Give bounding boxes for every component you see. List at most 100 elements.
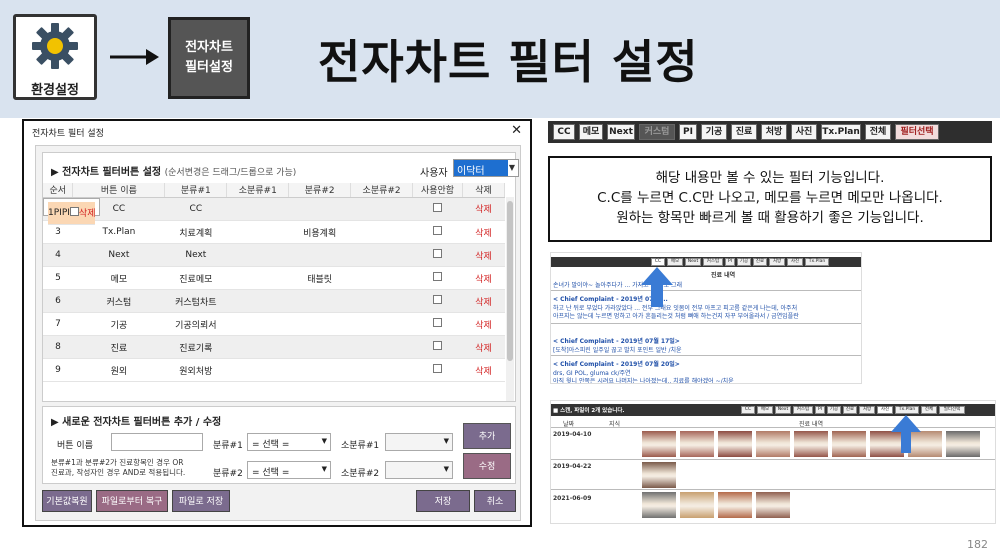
table-row[interactable]: 6 커스텀 커스텀차트 삭제: [43, 289, 505, 313]
disable-checkbox[interactable]: [433, 202, 443, 212]
mini-filter-button-2[interactable]: Next: [775, 406, 791, 414]
disable-checkbox[interactable]: [433, 295, 443, 304]
mini-filter-button-0[interactable]: CC: [741, 406, 755, 414]
table-row[interactable]: 5 메모 진료메모 태블릿 삭제: [43, 266, 505, 290]
photo-thumbnail[interactable]: [755, 491, 791, 519]
cat2-select[interactable]: = 선택 = ▼: [247, 461, 331, 479]
disable-checkbox[interactable]: [69, 206, 79, 216]
edit-button[interactable]: 수정: [463, 453, 511, 479]
cell-name: PI: [53, 201, 62, 225]
table-row[interactable]: 8 진료 진료기록 삭제: [43, 335, 505, 359]
table-row[interactable]: 1 PI PI 삭제: [43, 197, 101, 225]
mini-filter-button-4[interactable]: PI: [725, 258, 735, 266]
mini-filter-button-2[interactable]: Next: [685, 258, 701, 266]
section-title-text: ▶ 전자차트 필터버튼 설정: [51, 167, 162, 178]
save-to-file-button[interactable]: 파일로 저장: [172, 490, 230, 512]
delete-link[interactable]: 삭제: [462, 312, 505, 336]
table-row[interactable]: 4 Next Next 삭제: [43, 243, 505, 267]
arrow-right-icon: [110, 49, 159, 65]
mini-filter-button-5[interactable]: 기공: [737, 258, 751, 266]
photo-thumbnail[interactable]: [679, 491, 715, 519]
mini-filter-button-9[interactable]: Tx.Plan: [895, 406, 919, 414]
scan-status: ■ 스캔, 파일이 2개 있습니다.: [553, 408, 625, 414]
mini-filter-button-5[interactable]: 기공: [827, 406, 841, 414]
restore-from-file-button[interactable]: 파일로부터 복구: [96, 490, 168, 512]
save-button[interactable]: 저장: [416, 490, 470, 512]
photo-thumbnail[interactable]: [945, 430, 981, 458]
delete-link[interactable]: 삭제: [462, 220, 505, 244]
table-row[interactable]: 9 원외 원외처방 삭제: [43, 358, 505, 382]
photo-thumbnail[interactable]: [831, 430, 867, 458]
photo-thumbnail[interactable]: [641, 430, 677, 458]
scrollbar-thumb[interactable]: [507, 201, 513, 361]
close-icon[interactable]: ✕: [511, 123, 522, 138]
delete-link[interactable]: 삭제: [462, 335, 505, 359]
filter-button-10[interactable]: 전체: [865, 124, 891, 140]
disable-checkbox[interactable]: [433, 341, 443, 350]
filter-button-1[interactable]: 메모: [579, 124, 603, 140]
photo-thumbnail[interactable]: [679, 430, 715, 458]
reset-default-button[interactable]: 기본값복원: [42, 490, 92, 512]
table-row[interactable]: 7 기공 기공의뢰서 삭제: [43, 312, 505, 336]
photo-thumbnail[interactable]: [793, 430, 829, 458]
table-row[interactable]: 3 Tx.Plan 치료계획 비용계획 삭제: [43, 220, 505, 244]
disable-checkbox[interactable]: [433, 249, 443, 258]
mini-filter-button-8[interactable]: 사진: [877, 406, 893, 414]
add-button[interactable]: 추가: [463, 423, 511, 449]
filter-button-2[interactable]: Next: [607, 124, 635, 140]
mini-filter-button-4[interactable]: PI: [815, 406, 825, 414]
photo-thumbnail[interactable]: [641, 491, 677, 519]
delete-link[interactable]: 삭제: [462, 243, 505, 267]
photo-thumbnail[interactable]: [717, 430, 753, 458]
cat1-select[interactable]: = 선택 = ▼: [247, 433, 331, 451]
photo-thumbnail[interactable]: [717, 491, 753, 519]
mini-filter-button-1[interactable]: 메모: [757, 406, 773, 414]
divider: [551, 427, 995, 428]
filter-button-8[interactable]: 사진: [791, 124, 817, 140]
table-row[interactable]: 2CCCC삭제: [43, 197, 505, 221]
table-scrollbar[interactable]: [506, 197, 514, 401]
filter-button-9[interactable]: Tx.Plan: [821, 124, 861, 140]
mini-filter-button-3[interactable]: 커스텀: [793, 406, 813, 414]
disable-checkbox[interactable]: [433, 364, 443, 373]
filter-button-5[interactable]: 기공: [701, 124, 727, 140]
photo-thumbnail[interactable]: [755, 430, 791, 458]
btn-name-label: 버튼 이름: [57, 441, 93, 451]
disable-checkbox[interactable]: [433, 318, 443, 327]
filter-button-0[interactable]: CC: [553, 124, 575, 140]
mini-filter-button-6[interactable]: 진료: [843, 406, 857, 414]
photo-thumbnail[interactable]: [641, 461, 677, 489]
disable-checkbox[interactable]: [433, 226, 443, 235]
cancel-button[interactable]: 취소: [474, 490, 516, 512]
mini-filter-button-1[interactable]: 메모: [667, 258, 683, 266]
chart-box-line1: 전자차트: [185, 40, 233, 55]
sub1-select[interactable]: ▼: [385, 433, 453, 451]
mini-filter-button-7[interactable]: 처방: [859, 406, 875, 414]
cell-order: 6: [43, 289, 73, 313]
mini-filter-button-9[interactable]: Tx.Plan: [805, 258, 829, 266]
disable-checkbox[interactable]: [433, 272, 443, 281]
mini-filter-button-10[interactable]: 전체: [921, 406, 937, 414]
delete-link[interactable]: 삭제: [462, 197, 505, 221]
filter-button-6[interactable]: 진료: [731, 124, 757, 140]
mini-filter-button-7[interactable]: 처방: [769, 258, 785, 266]
user-select[interactable]: 이닥터 ▼: [453, 159, 519, 177]
arrow-up-icon: [891, 415, 921, 453]
cell-sub2: [350, 312, 413, 336]
mini-filter-button-8[interactable]: 사진: [787, 258, 803, 266]
filter-button-7[interactable]: 처방: [761, 124, 787, 140]
sub2-select[interactable]: ▼: [385, 461, 453, 479]
delete-link[interactable]: 삭제: [462, 358, 505, 382]
delete-link[interactable]: 삭제: [462, 289, 505, 313]
filter-button-3[interactable]: 커스텀: [639, 124, 675, 140]
delete-link[interactable]: 삭제: [78, 201, 96, 225]
btn-name-input[interactable]: [111, 433, 203, 451]
mini-filter-button-3[interactable]: 커스텀: [703, 258, 723, 266]
mini-filter-button-0[interactable]: CC: [651, 258, 665, 266]
mini-filter-button-6[interactable]: 진료: [753, 258, 767, 266]
mini-filter-button-11[interactable]: 필터선택: [939, 406, 965, 414]
delete-link[interactable]: 삭제: [462, 266, 505, 290]
chart-box-line2: 필터설정: [185, 60, 233, 75]
filter-button-4[interactable]: PI: [679, 124, 697, 140]
filter-button-11[interactable]: 필터선택: [895, 124, 939, 140]
